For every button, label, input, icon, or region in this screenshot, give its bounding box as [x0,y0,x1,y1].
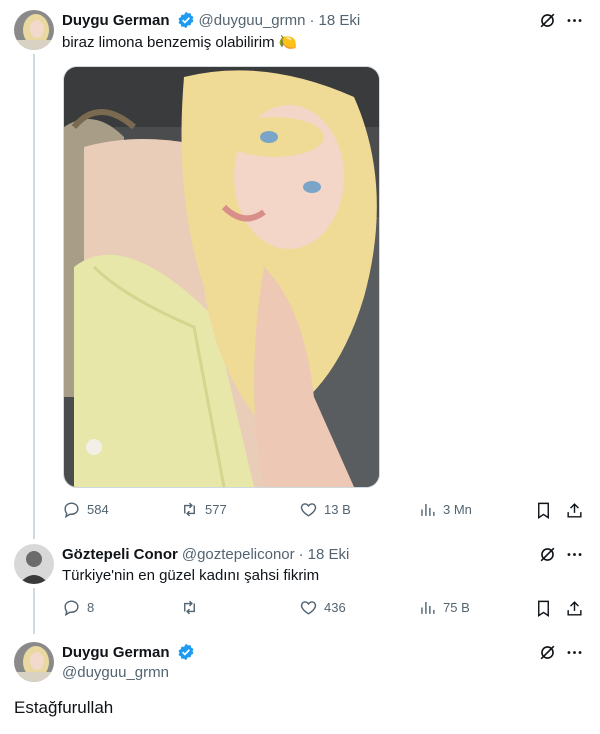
like-icon [300,503,317,517]
bookmark-icon[interactable] [534,501,553,520]
views-icon [421,601,435,614]
reply-icon [64,600,79,617]
author-name[interactable]: Göztepeli Conor [62,546,178,563]
verified-badge-icon [177,643,195,661]
retweet-button[interactable]: 577 [180,500,227,519]
view-count: 75 B [443,600,470,615]
tweet3-header: Duygu German [62,642,199,662]
grok-icon[interactable] [538,11,557,30]
tweet-date[interactable]: 18 Eki [308,546,350,563]
avatar-duygu[interactable] [14,10,54,50]
share-icon[interactable] [565,501,584,520]
reply-icon [64,502,79,519]
retweet-icon [184,502,195,517]
retweet-count: 577 [205,502,227,517]
retweet-icon [184,600,195,615]
grok-icon[interactable] [538,643,557,662]
share-icon[interactable] [565,599,584,618]
like-button[interactable]: 13 B [299,500,351,519]
reply-count: 584 [87,502,109,517]
tweet-media-photo[interactable] [63,66,380,488]
tweet1-text: biraz limona benzemiş olabilirim 🍋 [62,33,297,51]
retweet-button[interactable] [180,598,205,617]
like-count: 13 B [324,502,351,517]
reply-button[interactable]: 584 [62,500,109,519]
tweet-text: biraz limona benzemiş olabilirim [62,34,275,51]
grok-icon[interactable] [538,545,557,564]
reply-button[interactable]: 8 [62,598,94,617]
separator-dot: · [298,545,304,563]
views-button[interactable]: 3 Mn [418,500,472,519]
avatar-duygu[interactable] [14,642,54,682]
author-handle[interactable]: @duyguu_grmn [199,12,306,29]
author-name[interactable]: Duygu German [62,12,170,29]
author-name[interactable]: Duygu German [62,644,170,661]
photo-illustration [64,67,379,487]
author-handle[interactable]: @duyguu_grmn [62,664,169,681]
like-button[interactable]: 436 [299,598,346,617]
tweet1-header: Duygu German @duyguu_grmn · 18 Eki [62,10,364,30]
tweet2-header: Göztepeli Conor @goztepeliconor · 18 Eki [62,544,353,564]
views-icon [421,503,435,516]
more-icon[interactable] [565,11,584,30]
reply-count: 8 [87,600,95,615]
view-count: 3 Mn [443,502,472,517]
views-button[interactable]: 75 B [418,598,470,617]
lemon-emoji: 🍋 [278,34,298,51]
like-icon [300,601,317,615]
tweet-text: Estağfurullah [14,698,114,717]
tweet-text: Türkiye'nin en güzel kadını şahsi fikrim [62,567,320,584]
verified-badge-icon [177,11,195,29]
separator-dot: · [309,11,315,29]
more-icon[interactable] [565,545,584,564]
bookmark-icon[interactable] [534,599,553,618]
tweet-date[interactable]: 18 Eki [319,12,361,29]
thread-line [33,588,35,634]
like-count: 436 [324,600,346,615]
thread-line [33,54,35,539]
avatar-goztepeli[interactable] [14,544,54,584]
author-handle[interactable]: @goztepeliconor [182,546,295,563]
more-icon[interactable] [565,643,584,662]
